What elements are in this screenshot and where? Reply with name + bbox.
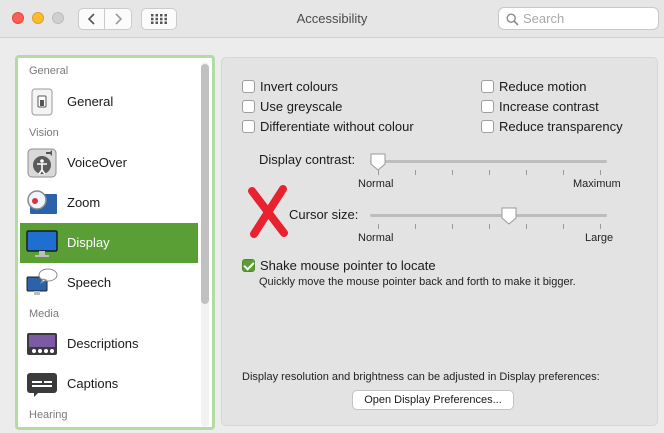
- checkbox-label: Differentiate without colour: [260, 119, 414, 134]
- slider-tick: [378, 224, 379, 229]
- slider-tick: [489, 224, 490, 229]
- cursor-min-label: Normal: [358, 232, 394, 244]
- descriptions-icon: [27, 333, 57, 355]
- cursor-size-label: Cursor size:: [289, 207, 359, 222]
- slider-tick: [415, 224, 416, 229]
- show-all-button[interactable]: [141, 8, 177, 30]
- sidebar-item-descriptions[interactable]: Descriptions: [20, 324, 198, 364]
- checkbox-box[interactable]: [242, 259, 255, 272]
- slider-tick: [563, 224, 564, 229]
- use-greyscale-checkbox[interactable]: Use greyscale: [242, 99, 342, 114]
- sidebar-item-label: Captions: [67, 376, 119, 391]
- speech-icon: [26, 268, 58, 295]
- differentiate-without-colour-checkbox[interactable]: Differentiate without colour: [242, 119, 414, 134]
- display-contrast-label: Display contrast:: [259, 152, 356, 167]
- display-icon: [26, 230, 58, 257]
- contrast-max-label: Maximum: [573, 178, 621, 190]
- forward-button[interactable]: [105, 8, 132, 30]
- contrast-min-label: Normal: [358, 178, 394, 190]
- checkbox-box[interactable]: [481, 80, 494, 93]
- voiceover-icon: [27, 148, 57, 178]
- checkbox-label: Use greyscale: [260, 99, 343, 114]
- search-icon: [506, 13, 519, 26]
- sidebar-item-zoom[interactable]: Zoom: [20, 183, 198, 223]
- window-title: Accessibility: [296, 11, 368, 26]
- slider-tick: [526, 170, 527, 175]
- slider-knob[interactable]: [501, 207, 517, 225]
- back-button[interactable]: [78, 8, 105, 30]
- sidebar-item-captions[interactable]: Captions: [20, 364, 198, 404]
- sidebar-item-label: Zoom: [67, 195, 101, 210]
- section-media: Media: [29, 308, 59, 320]
- search-field[interactable]: [498, 7, 659, 30]
- section-general: General: [29, 65, 69, 77]
- sidebar-item-general[interactable]: General: [20, 82, 198, 122]
- zoom-window-button[interactable]: [52, 12, 64, 24]
- sidebar-item-voiceover[interactable]: VoiceOver: [20, 143, 198, 183]
- section-hearing: Hearing: [29, 409, 68, 421]
- sidebar-item-display[interactable]: Display: [20, 223, 198, 263]
- slider-tick: [563, 170, 564, 175]
- grid-icon: [151, 14, 167, 24]
- sidebar-scrollbar[interactable]: [201, 62, 209, 427]
- checkbox-label: Shake mouse pointer to locate: [260, 258, 436, 273]
- checkbox-box[interactable]: [481, 100, 494, 113]
- slider-track: [370, 160, 607, 163]
- slider-track: [370, 214, 607, 217]
- checkbox-box[interactable]: [242, 100, 255, 113]
- checkbox-label: Increase contrast: [499, 99, 599, 114]
- sidebar: General General Vision VoiceOver Zoom Di…: [15, 55, 215, 430]
- section-vision: Vision: [29, 127, 59, 139]
- slider-tick: [526, 224, 527, 229]
- reduce-motion-checkbox[interactable]: Reduce motion: [481, 79, 586, 94]
- close-window-button[interactable]: [12, 12, 24, 24]
- red-x-annotation: [248, 185, 288, 238]
- slider-tick: [452, 170, 453, 175]
- checkbox-box[interactable]: [242, 80, 255, 93]
- checkbox-box[interactable]: [481, 120, 494, 133]
- reduce-transparency-checkbox[interactable]: Reduce transparency: [481, 119, 623, 134]
- sidebar-item-label: General: [67, 94, 114, 109]
- general-icon: [31, 88, 53, 116]
- checkbox-box[interactable]: [242, 120, 255, 133]
- slider-tick: [415, 170, 416, 175]
- slider-tick: [600, 170, 601, 175]
- sidebar-item-label: Speech: [67, 275, 112, 290]
- slider-tick: [452, 224, 453, 229]
- zoom-icon: [27, 190, 57, 214]
- increase-contrast-checkbox[interactable]: Increase contrast: [481, 99, 599, 114]
- open-display-preferences-button[interactable]: Open Display Preferences...: [352, 390, 514, 410]
- shake-to-locate-checkbox[interactable]: Shake mouse pointer to locate: [242, 258, 436, 273]
- checkbox-label: Invert colours: [260, 79, 339, 94]
- minimize-window-button[interactable]: [32, 12, 44, 24]
- slider-tick: [489, 170, 490, 175]
- scrollbar-thumb[interactable]: [201, 64, 209, 304]
- sidebar-item-label: Descriptions: [67, 336, 139, 351]
- display-preferences-note: Display resolution and brightness can be…: [242, 371, 600, 383]
- invert-colours-checkbox[interactable]: Invert colours: [242, 79, 338, 94]
- shake-description: Quickly move the mouse pointer back and …: [259, 276, 576, 288]
- sidebar-item-label: VoiceOver: [67, 155, 127, 170]
- captions-icon: [27, 373, 57, 397]
- chevron-left-icon: [87, 13, 95, 25]
- checkbox-label: Reduce motion: [499, 79, 587, 94]
- search-input[interactable]: [523, 10, 653, 27]
- chevron-right-icon: [115, 13, 123, 25]
- checkbox-label: Reduce transparency: [499, 119, 623, 134]
- sidebar-item-speech[interactable]: Speech: [20, 263, 198, 303]
- slider-knob[interactable]: [370, 153, 386, 171]
- slider-tick: [600, 224, 601, 229]
- sidebar-item-label: Display: [67, 235, 110, 250]
- cursor-max-label: Large: [585, 232, 614, 244]
- title-bar: Accessibility: [0, 0, 664, 38]
